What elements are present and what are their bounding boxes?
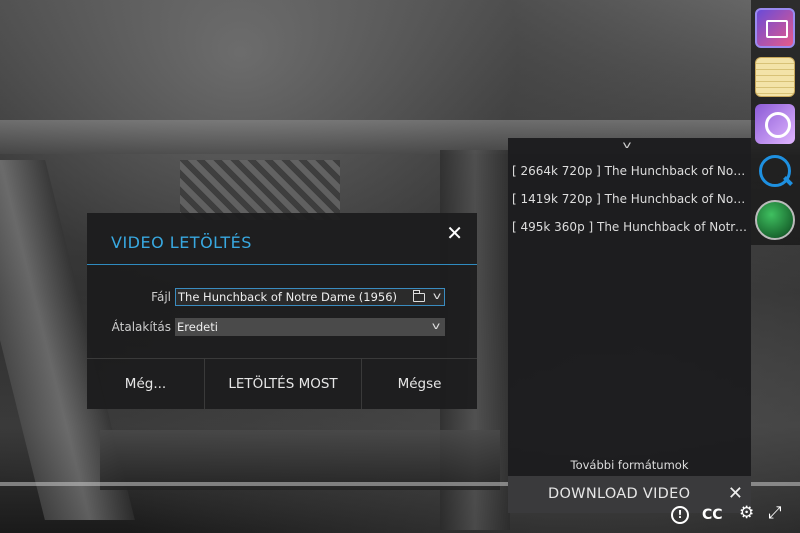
file-label: Fájl [151,290,171,304]
video-download-dialog: VIDEO LETÖLTÉS ✕ Fájl The Hunchback of N… [87,213,477,409]
captions-icon[interactable]: CC [702,507,723,523]
convert-label: Átalakítás [111,320,171,334]
download-now-button[interactable]: LETÖLTÉS MOST [205,359,362,409]
photo-filter-icon[interactable] [755,104,795,144]
formats-panel: v [ 2664k 720p ] The Hunchback of Notre … [508,138,751,513]
cancel-button[interactable]: Mégse [362,359,477,409]
fullscreen-icon[interactable]: ⤢ [768,503,782,523]
format-item[interactable]: [ 2664k 720p ] The Hunchback of Notre Da… [512,164,748,178]
green-orb-icon[interactable] [755,200,795,240]
network-monitor-icon[interactable] [755,152,795,192]
format-item[interactable]: [ 1419k 720p ] The Hunchback of Notre Da… [512,192,748,206]
file-name-value: The Hunchback of Notre Dame (1956) [178,290,398,304]
notepad-icon[interactable] [755,57,795,97]
dialog-divider [87,264,477,265]
convert-select-value: Eredeti [177,320,218,334]
format-item[interactable]: [ 495k 360p ] The Hunchback of Notre Dam… [512,220,748,234]
gear-icon[interactable]: ⚙ [739,503,754,523]
info-icon[interactable]: ! [671,506,689,524]
folder-icon[interactable] [412,289,425,302]
more-button[interactable]: Még... [87,359,205,409]
convert-select[interactable]: Eredeti v [175,318,445,336]
dialog-button-row: Még... LETÖLTÉS MOST Mégse [87,358,477,409]
chevron-down-icon: v [431,321,441,332]
video-beam [180,160,340,220]
close-icon[interactable]: ✕ [728,483,743,504]
video-beam [100,430,500,490]
app-dock [751,0,800,245]
dialog-title: VIDEO LETÖLTÉS [111,233,252,252]
chevron-down-icon[interactable]: v [623,140,632,151]
file-name-field[interactable]: The Hunchback of Notre Dame (1956) v [175,288,445,306]
chevron-down-icon[interactable]: v [432,289,440,305]
more-formats-link[interactable]: További formátumok [508,458,751,472]
photo-editor-icon[interactable] [755,8,795,48]
download-video-label[interactable]: DOWNLOAD VIDEO [548,486,690,502]
close-icon[interactable]: ✕ [446,223,463,243]
